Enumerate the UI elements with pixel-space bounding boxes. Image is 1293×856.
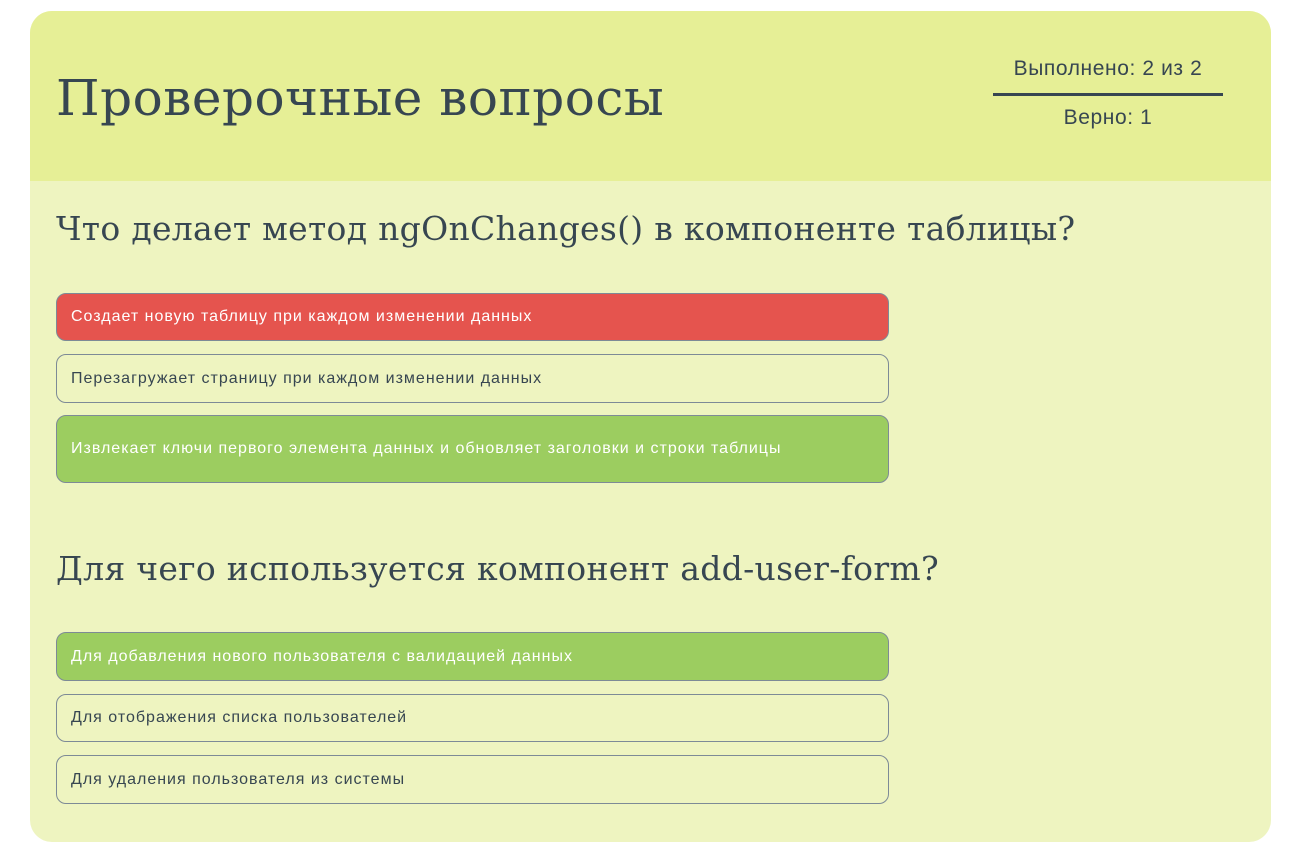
answer-label: Создает новую таблицу при каждом изменен… [71,308,533,325]
question-2: Для чего используется компонент add-user… [56,549,939,804]
correct-count: Верно: 1 [1063,106,1153,129]
answer-option-selected-wrong[interactable]: Создает новую таблицу при каждом изменен… [56,293,889,341]
answer-option[interactable]: Перезагружает страницу при каждом измене… [56,354,889,403]
stats-divider [993,93,1223,96]
answer-label: Для добавления нового пользователя с вал… [71,647,573,665]
answer-option-correct[interactable]: Извлекает ключи первого элемента данных … [56,415,889,483]
page-title: Проверочные вопросы [56,69,665,127]
question-1: Что делает метод ngOnChanges() в компоне… [56,209,1076,483]
completed-count: Выполнено: 2 из 2 [1013,57,1203,80]
answer-label: Для удаления пользователя из системы [71,770,406,788]
answer-label: Перезагружает страницу при каждом измене… [71,369,543,387]
answer-label: Для отображения списка пользователей [71,709,408,726]
quiz-stats: Выполнено: 2 из 2 Верно: 1 [993,55,1223,130]
answer-option[interactable]: Для удаления пользователя из системы [56,755,889,804]
quiz-card: Проверочные вопросы Выполнено: 2 из 2 Ве… [30,11,1271,842]
answer-option[interactable]: Для отображения списка пользователей [56,694,889,742]
question-title: Для чего используется компонент add-user… [56,549,939,588]
answer-label: Извлекает ключи первого элемента данных … [71,440,782,457]
quiz-header: Проверочные вопросы Выполнено: 2 из 2 Ве… [30,11,1271,181]
question-title: Что делает метод ngOnChanges() в компоне… [56,209,1076,248]
answer-option-correct[interactable]: Для добавления нового пользователя с вал… [56,632,889,681]
